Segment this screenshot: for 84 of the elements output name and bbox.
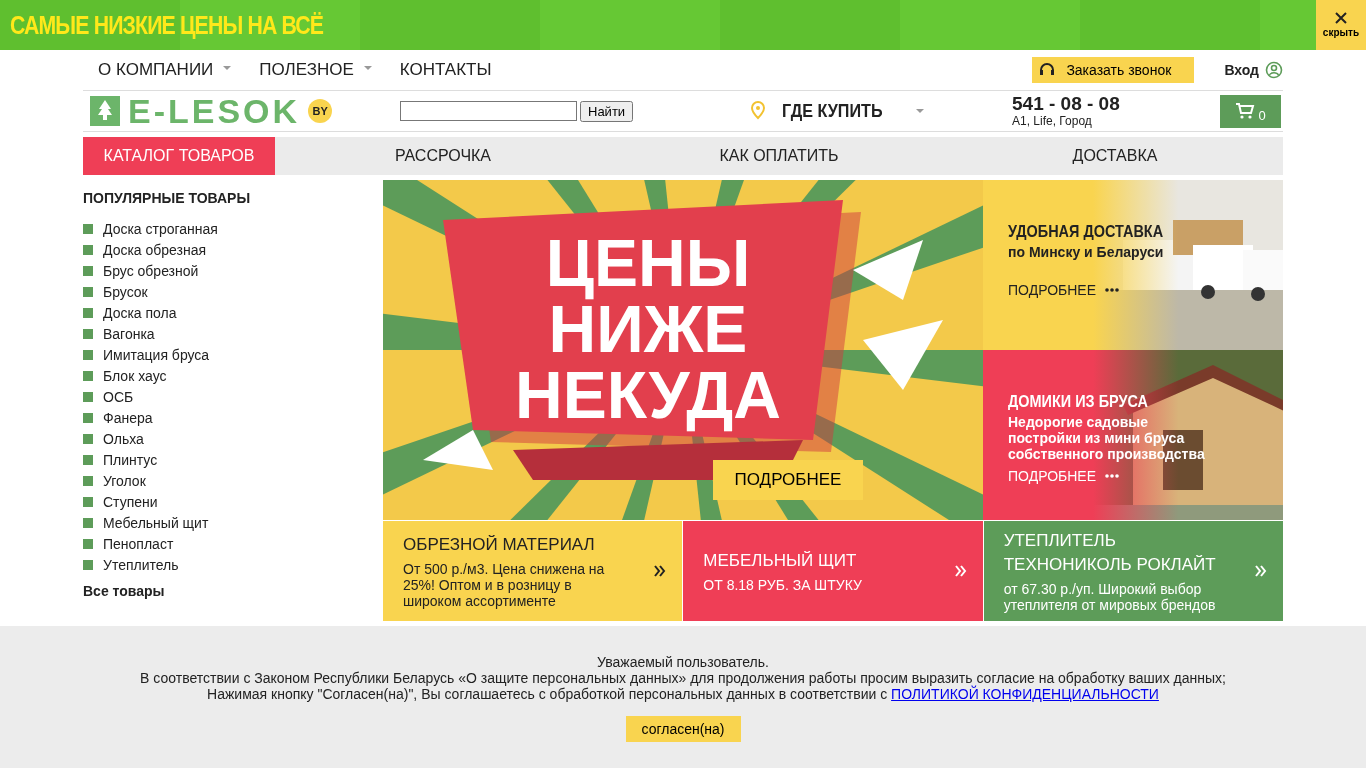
cart-icon <box>1235 102 1256 120</box>
notice-text: Уважаемый пользователь. <box>597 654 769 670</box>
offer-tile[interactable]: МЕБЕЛЬНЫЙ ЩИТ ОТ 8.18 РУБ. ЗА ШТУКУ <box>683 521 983 621</box>
dots-icon <box>1105 288 1120 292</box>
notice-text: В соответствии с Законом Республики Беларусь «О защите персональных данных» для продолжения работы просим выразить согласие на обработку ваших данных; <box>140 670 1226 686</box>
double-chevron-icon <box>1255 565 1267 577</box>
phone-number: 541 - 08 - 08 <box>1012 93 1121 115</box>
login-link[interactable]: Вход <box>1224 61 1283 79</box>
bullet-icon <box>83 559 93 570</box>
where-to-buy-link[interactable]: ГДЕ КУПИТЬ <box>782 100 883 122</box>
bullet-icon <box>83 496 93 507</box>
bullet-icon <box>83 244 93 255</box>
card-title: УДОБНАЯ ДОСТАВКА <box>1008 222 1165 242</box>
nav-link[interactable]: О КОМПАНИИ <box>98 60 232 80</box>
bullet-icon <box>83 454 93 465</box>
bullet-icon <box>83 223 93 234</box>
category-link[interactable]: Фанера <box>103 409 153 426</box>
hide-button[interactable]: скрыть <box>1316 0 1366 50</box>
menu-tab[interactable]: ДОСТАВКА <box>947 137 1283 175</box>
category-link[interactable]: Доска строганная <box>103 220 218 237</box>
bullet-icon <box>83 412 93 423</box>
category-link[interactable]: Блок хаус <box>103 367 167 384</box>
callback-button[interactable]: Заказать звонок <box>1032 57 1195 83</box>
category-link[interactable]: Утеплитель <box>103 556 179 573</box>
sidebar-title: ПОПУЛЯРНЫЕ ТОВАРЫ <box>83 190 252 206</box>
tree-logo-icon <box>90 96 120 126</box>
bullet-icon <box>83 391 93 402</box>
category-link[interactable]: Ступени <box>103 493 158 510</box>
category-link[interactable]: Пенопласт <box>103 535 174 552</box>
bullet-icon <box>83 433 93 444</box>
logo-text: E-LESOK <box>128 91 301 131</box>
category-link[interactable]: Вагонка <box>103 325 155 342</box>
category-link[interactable]: Плинтус <box>103 451 158 468</box>
menu-tab[interactable]: КАК ОПЛАТИТЬ <box>611 137 947 175</box>
bullet-icon <box>83 307 93 318</box>
bullet-icon <box>83 265 93 276</box>
privacy-policy-link[interactable]: ПОЛИТИКОЙ КОНФИДЕНЦИАЛЬНОСТИ <box>891 686 1159 702</box>
menu-tab[interactable]: РАССРОЧКА <box>275 137 611 175</box>
more-link[interactable]: ПОДРОБНЕЕ <box>1008 468 1208 484</box>
bullet-icon <box>83 328 93 339</box>
close-icon <box>1335 12 1347 24</box>
country-badge: BY <box>308 99 333 123</box>
tile-text: От 500 р./м3. Цена снижена на 25%! Оптом и в розницу в широком ассортименте <box>403 561 606 609</box>
location-pin-icon <box>750 101 766 121</box>
tile-text: от 67.30 р./уп. Широкий выбор утеплителя от мировых брендов <box>1003 581 1217 613</box>
offer-tile[interactable]: ОБРЕЗНОЙ МАТЕРИАЛ От 500 р./м3. Цена снижена на 25%! Оптом и в розницу в широком ассортименте <box>383 521 683 621</box>
user-icon <box>1265 61 1283 79</box>
tile-title: ОБРЕЗНОЙ МАТЕРИАЛ <box>403 534 596 556</box>
caret-icon <box>916 109 925 113</box>
category-link[interactable]: Уголок <box>103 472 146 489</box>
bullet-icon <box>83 286 93 297</box>
double-chevron-icon <box>654 565 667 577</box>
bullet-icon <box>83 349 93 360</box>
tile-title: УТЕПЛИТЕЛЬ ТЕХНОНИКОЛЬ РОКЛАЙТ <box>1003 530 1217 576</box>
phone-operators: A1, Life, Город <box>1012 114 1093 129</box>
tile-title: МЕБЕЛЬНЫЙ ЩИТ <box>703 550 858 572</box>
card-subtitle: по Минску и Беларуси <box>1008 244 1165 260</box>
card-title: ДОМИКИ ИЗ БРУСА <box>1008 392 1149 412</box>
category-link[interactable]: Брус обрезной <box>103 262 199 279</box>
more-button[interactable]: ПОДРОБНЕЕ <box>713 460 863 500</box>
search-button[interactable]: Найти <box>580 100 634 122</box>
nav-link[interactable]: ПОЛЕЗНОЕ <box>259 60 372 80</box>
nav-link[interactable]: КОНТАКТЫ <box>399 60 492 80</box>
category-link[interactable]: ОСБ <box>103 388 134 405</box>
dots-icon <box>1105 474 1120 478</box>
bullet-icon <box>83 370 93 381</box>
bullet-icon <box>83 475 93 486</box>
category-link[interactable]: Брусок <box>103 283 148 300</box>
all-products-link[interactable]: Все товары <box>83 583 383 599</box>
category-link[interactable]: Ольха <box>103 430 144 447</box>
promo-headline: САМЫЕ НИЗКИЕ ЦЕНЫ НА ВСЁ <box>10 10 324 40</box>
bullet-icon <box>83 538 93 549</box>
agree-button[interactable]: согласен(на) <box>625 716 741 742</box>
category-link[interactable]: Мебельный щит <box>103 514 209 531</box>
search-field[interactable] <box>400 100 577 121</box>
menu-tab[interactable]: КАТАЛОГ ТОВАРОВ <box>83 137 275 175</box>
double-chevron-icon <box>954 565 967 577</box>
tile-text: ОТ 8.18 РУБ. ЗА ШТУКУ <box>703 577 863 593</box>
notice-text: Нажимая кнопку "Согласен(на)", Вы соглашаетесь с обработкой персональных данных в соответствии с ПОЛИТИКОЙ КОНФИДЕНЦИАЛЬНОСТИ <box>207 686 1159 702</box>
bullet-icon <box>83 517 93 528</box>
category-link[interactable]: Доска пола <box>103 304 177 321</box>
category-link[interactable]: Доска обрезная <box>103 241 207 258</box>
more-link[interactable]: ПОДРОБНЕЕ <box>1008 282 1208 298</box>
category-link[interactable]: Имитация бруса <box>103 346 210 363</box>
